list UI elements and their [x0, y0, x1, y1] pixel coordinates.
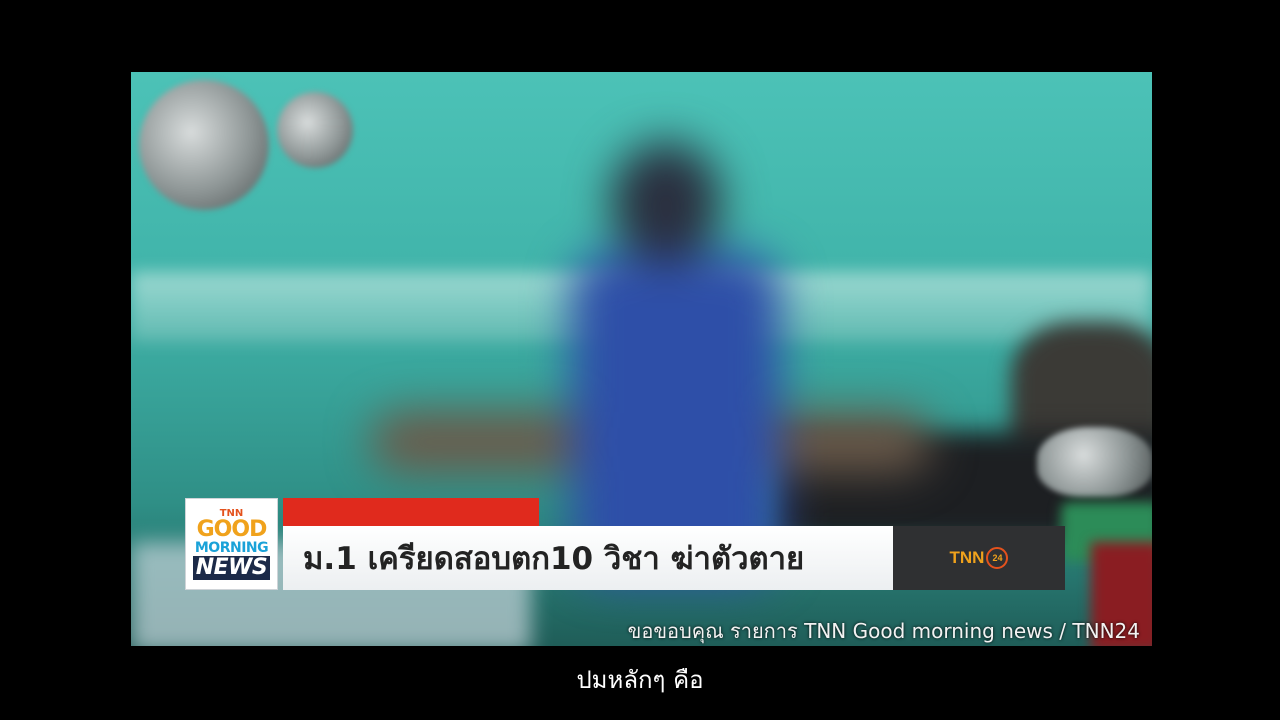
channel-number-ring: 24	[986, 547, 1009, 569]
channel-name: TNN	[949, 548, 985, 567]
tnn24-logo: TNN 24	[950, 547, 1009, 569]
logo-good-text: GOOD	[196, 516, 268, 542]
hanging-pot	[277, 92, 353, 168]
channel-box: TNN 24	[893, 526, 1065, 590]
headline-red-tab	[283, 498, 539, 526]
channel-number: 24	[992, 553, 1003, 563]
logo-morning-text: MORNING	[194, 539, 269, 556]
credit-caption: ขอขอบคุณ รายการ TNN Good morning news / …	[627, 619, 1140, 643]
logo-news-text: NEWS	[192, 555, 271, 580]
hanging-pot	[139, 80, 269, 210]
blurred-head	[611, 142, 721, 262]
good-morning-news-logo: TNN GOOD MORNING NEWS	[185, 498, 278, 590]
headline-bar: ม.1 เครียดสอบตก10 วิชา ฆ่าตัวตาย	[283, 526, 893, 590]
headline-text: ม.1 เครียดสอบตก10 วิชา ฆ่าตัวตาย	[303, 541, 805, 577]
cooking-pot	[1037, 427, 1152, 497]
subtitle: ปมหลักๆ คือ	[576, 666, 704, 694]
